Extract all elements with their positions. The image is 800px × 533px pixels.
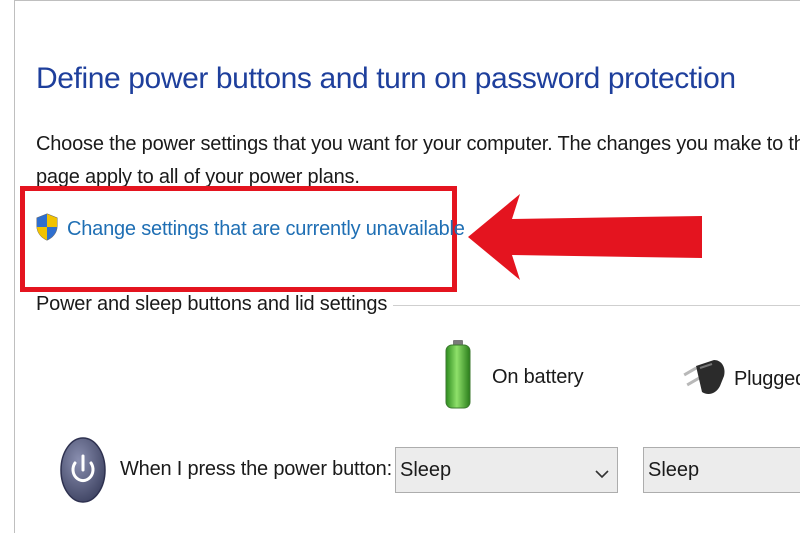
- plug-icon: [680, 356, 728, 403]
- column-header-on-battery: On battery: [444, 340, 584, 415]
- change-settings-link[interactable]: Change settings that are currently unava…: [35, 213, 465, 246]
- section-label: Power and sleep buttons and lid settings: [36, 293, 394, 316]
- chevron-down-icon: [595, 462, 609, 485]
- page-description: Choose the power settings that you want …: [36, 128, 800, 194]
- change-settings-link-label[interactable]: Change settings that are currently unava…: [67, 218, 465, 241]
- select-value: Sleep: [648, 458, 700, 481]
- arrow-left-icon: [468, 194, 702, 280]
- section-divider: [370, 305, 800, 306]
- page-title: Define power buttons and turn on passwor…: [36, 62, 736, 95]
- on-battery-label: On battery: [492, 366, 584, 388]
- select-value: Sleep: [400, 458, 452, 481]
- plugged-in-label: Plugged: [734, 368, 800, 390]
- shield-icon: [35, 213, 59, 246]
- description-line-1: Choose the power settings that you want …: [36, 133, 800, 155]
- power-button-on-battery-select[interactable]: Sleep: [395, 447, 618, 493]
- power-button-plugged-in-select[interactable]: Sleep: [643, 447, 800, 493]
- power-button-setting-label: When I press the power button:: [120, 458, 392, 480]
- power-icon: [60, 436, 106, 509]
- column-header-plugged-in: Plugged: [680, 356, 800, 403]
- battery-icon: [444, 340, 472, 415]
